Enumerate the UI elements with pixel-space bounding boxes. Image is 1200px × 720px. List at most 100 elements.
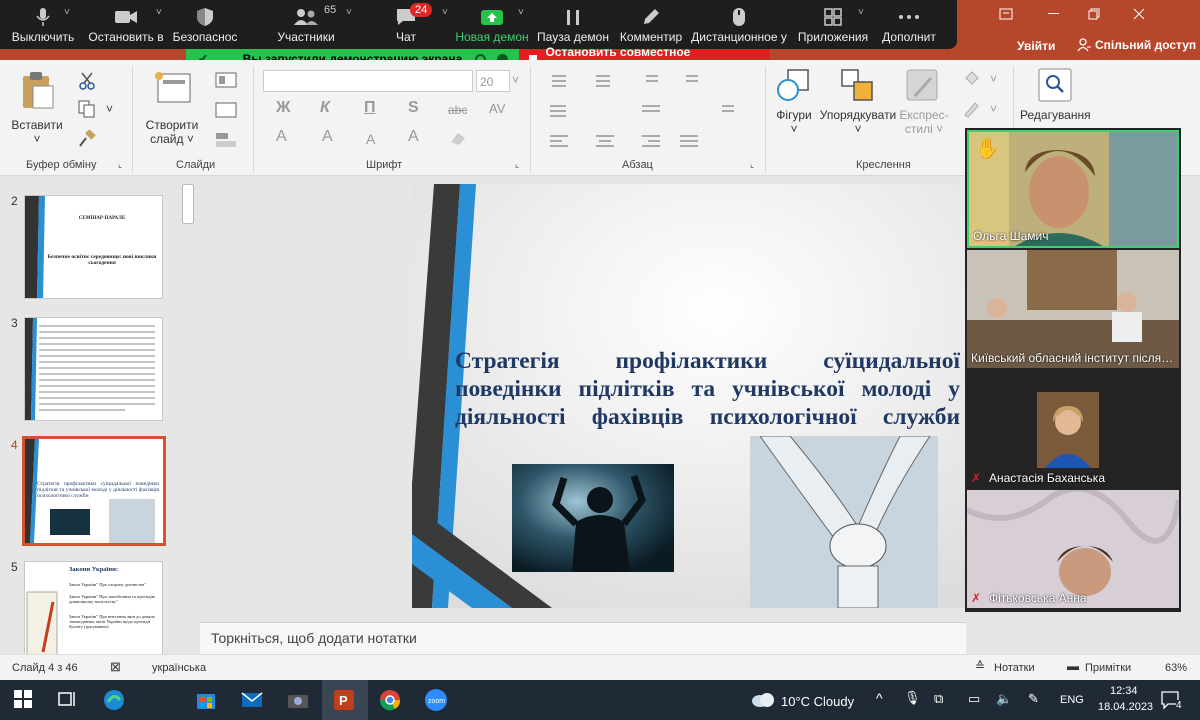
paste-icon[interactable]: [21, 70, 55, 110]
maximize-icon[interactable]: [1088, 8, 1100, 20]
outline-caret[interactable]: ˅: [990, 102, 997, 116]
dialog-launcher-icon[interactable]: ⌞: [118, 159, 122, 170]
restore-ribbon-icon[interactable]: [999, 8, 1013, 20]
slide-thumbnail[interactable]: [24, 317, 163, 421]
participant-tile[interactable]: ✗ Анастасія Баханська: [967, 370, 1179, 488]
current-slide[interactable]: Стратегія профілактики суїцидальної пове…: [412, 184, 966, 608]
mail-icon[interactable]: [240, 688, 264, 712]
shape-fill-icon[interactable]: [962, 70, 980, 88]
stop-video-button[interactable]: Остановить в ˅: [86, 0, 166, 49]
shape-outline-icon[interactable]: [962, 100, 980, 118]
cut-icon[interactable]: [78, 72, 96, 90]
chevron-up-icon[interactable]: ˅: [442, 7, 448, 18]
chrome-icon[interactable]: [378, 688, 402, 712]
tray-chevron-icon[interactable]: ^: [876, 690, 883, 706]
accessibility-icon[interactable]: ⊠: [110, 659, 121, 675]
minimize-button[interactable]: [1048, 13, 1059, 14]
close-icon[interactable]: [1133, 8, 1145, 20]
strikethrough-button[interactable]: abc: [448, 103, 467, 117]
search-icon[interactable]: [1038, 68, 1072, 102]
copy-caret[interactable]: ˅: [106, 102, 113, 116]
chevron-up-icon[interactable]: ˅: [64, 7, 70, 18]
shrink-font-button[interactable]: A: [366, 132, 375, 146]
comments-toggle[interactable]: Примітки: [1085, 662, 1131, 674]
reset-icon[interactable]: [215, 102, 237, 118]
weather-text[interactable]: 10°C Cloudy: [781, 694, 854, 709]
format-painter-icon[interactable]: [78, 130, 96, 148]
slide-thumbnail[interactable]: СЕМІНАР-ПАРАЛЕ Безпечне освітнє середови…: [24, 195, 163, 299]
apps-button[interactable]: Приложения ˅: [794, 0, 872, 49]
camera-icon[interactable]: [286, 688, 310, 712]
tray-mic-icon[interactable]: 🎙: [904, 690, 921, 706]
zoom-level[interactable]: 63%: [1165, 662, 1187, 674]
security-button[interactable]: Безопаснос: [166, 0, 244, 49]
pause-share-button[interactable]: Пауза демон: [534, 0, 612, 49]
participant-tile[interactable]: ✗ Фітьковська Анна: [967, 490, 1179, 608]
powerpoint-icon[interactable]: P: [332, 688, 356, 712]
chevron-up-icon[interactable]: ˅: [156, 7, 162, 18]
slide-title[interactable]: Стратегія профілактики суїцидальної пове…: [455, 347, 960, 431]
slide-thumbnail[interactable]: Закони України: Закон України" Про охоро…: [24, 561, 163, 654]
quick-styles-icon[interactable]: [905, 68, 941, 104]
bold-button[interactable]: Ж: [276, 100, 290, 116]
windows-start-icon[interactable]: [12, 688, 36, 712]
section-icon[interactable]: [215, 132, 237, 148]
font-name-box[interactable]: [263, 70, 473, 92]
task-view-icon[interactable]: [56, 688, 80, 712]
slide-thumbnail-selected[interactable]: Стратегія профілактики суїцидальної пове…: [22, 436, 166, 546]
share-button[interactable]: Спільний доступ: [1077, 34, 1197, 56]
more-button[interactable]: Дополнит: [878, 0, 940, 49]
notes-toggle[interactable]: Нотатки: [994, 662, 1035, 674]
edge-browser-icon[interactable]: [102, 688, 126, 712]
font-size-box[interactable]: 20: [476, 70, 510, 92]
chat-button[interactable]: Чат 24 ˅: [376, 0, 448, 49]
quick-styles-label[interactable]: Експрес-стилі ˅: [896, 108, 952, 136]
signin-link[interactable]: Увійти: [1017, 39, 1055, 53]
chevron-up-icon[interactable]: ˅: [346, 7, 352, 18]
network-icon[interactable]: ▭: [968, 691, 980, 707]
font-size-caret[interactable]: ˅: [512, 73, 519, 87]
remote-control-button[interactable]: Дистанционное у: [690, 0, 788, 49]
chevron-up-icon[interactable]: ˅: [858, 7, 864, 18]
store-icon[interactable]: [194, 688, 218, 712]
arrange-label[interactable]: Упорядкувати ˅: [818, 108, 898, 136]
participants-button[interactable]: Участники 65 ˅: [256, 0, 356, 49]
fill-caret[interactable]: ˅: [990, 72, 997, 86]
paste-label[interactable]: Вставити: [9, 118, 65, 132]
new-slide-label[interactable]: Створити слайд ˅: [140, 118, 204, 146]
shapes-label[interactable]: Фігури ˅: [768, 108, 820, 136]
clock-time[interactable]: 12:34: [1110, 685, 1138, 697]
dialog-launcher-icon[interactable]: ⌞: [515, 159, 519, 170]
language-indicator[interactable]: українська: [152, 662, 206, 674]
participant-tile[interactable]: ✋ Ольга Шамич: [967, 130, 1179, 248]
paste-caret[interactable]: ˅: [30, 132, 44, 146]
arrange-icon[interactable]: [840, 68, 876, 104]
participant-tile[interactable]: Київський обласний інститут післяд...: [967, 250, 1179, 368]
zoom-app-icon[interactable]: zoom: [424, 688, 448, 712]
annotate-button[interactable]: Комментир: [612, 0, 690, 49]
eraser-icon[interactable]: [449, 130, 467, 146]
editing-label[interactable]: Редагування: [1020, 108, 1091, 122]
underline-button[interactable]: П: [364, 100, 376, 116]
clear-format-button[interactable]: A: [408, 129, 419, 145]
shadow-button[interactable]: S: [408, 100, 419, 116]
paragraph-tools-icon[interactable]: [546, 70, 736, 150]
layout-icon[interactable]: [215, 72, 237, 88]
input-language[interactable]: ENG: [1060, 694, 1084, 706]
mute-button[interactable]: Выключить ˅: [0, 0, 86, 49]
char-spacing-button[interactable]: AV: [489, 102, 505, 116]
chevron-up-icon[interactable]: ˅: [518, 7, 524, 18]
new-slide-icon[interactable]: [153, 70, 193, 106]
pen-icon[interactable]: ✎: [1028, 691, 1039, 707]
tray-share-icon[interactable]: ⧉: [934, 691, 943, 707]
clock-date[interactable]: 18.04.2023: [1098, 701, 1153, 713]
grow-font-button[interactable]: A: [322, 129, 333, 145]
volume-icon[interactable]: 🔈: [996, 691, 1012, 707]
shapes-icon[interactable]: [776, 68, 812, 104]
new-share-button[interactable]: Новая демон ˅: [452, 0, 532, 49]
notes-pane[interactable]: Торкніться, щоб додати нотатки: [200, 622, 966, 654]
thumbnails-scrollbar[interactable]: [182, 184, 194, 224]
italic-button[interactable]: К: [320, 100, 330, 116]
copy-icon[interactable]: [78, 100, 96, 118]
dialog-launcher-icon[interactable]: ⌞: [750, 159, 754, 170]
